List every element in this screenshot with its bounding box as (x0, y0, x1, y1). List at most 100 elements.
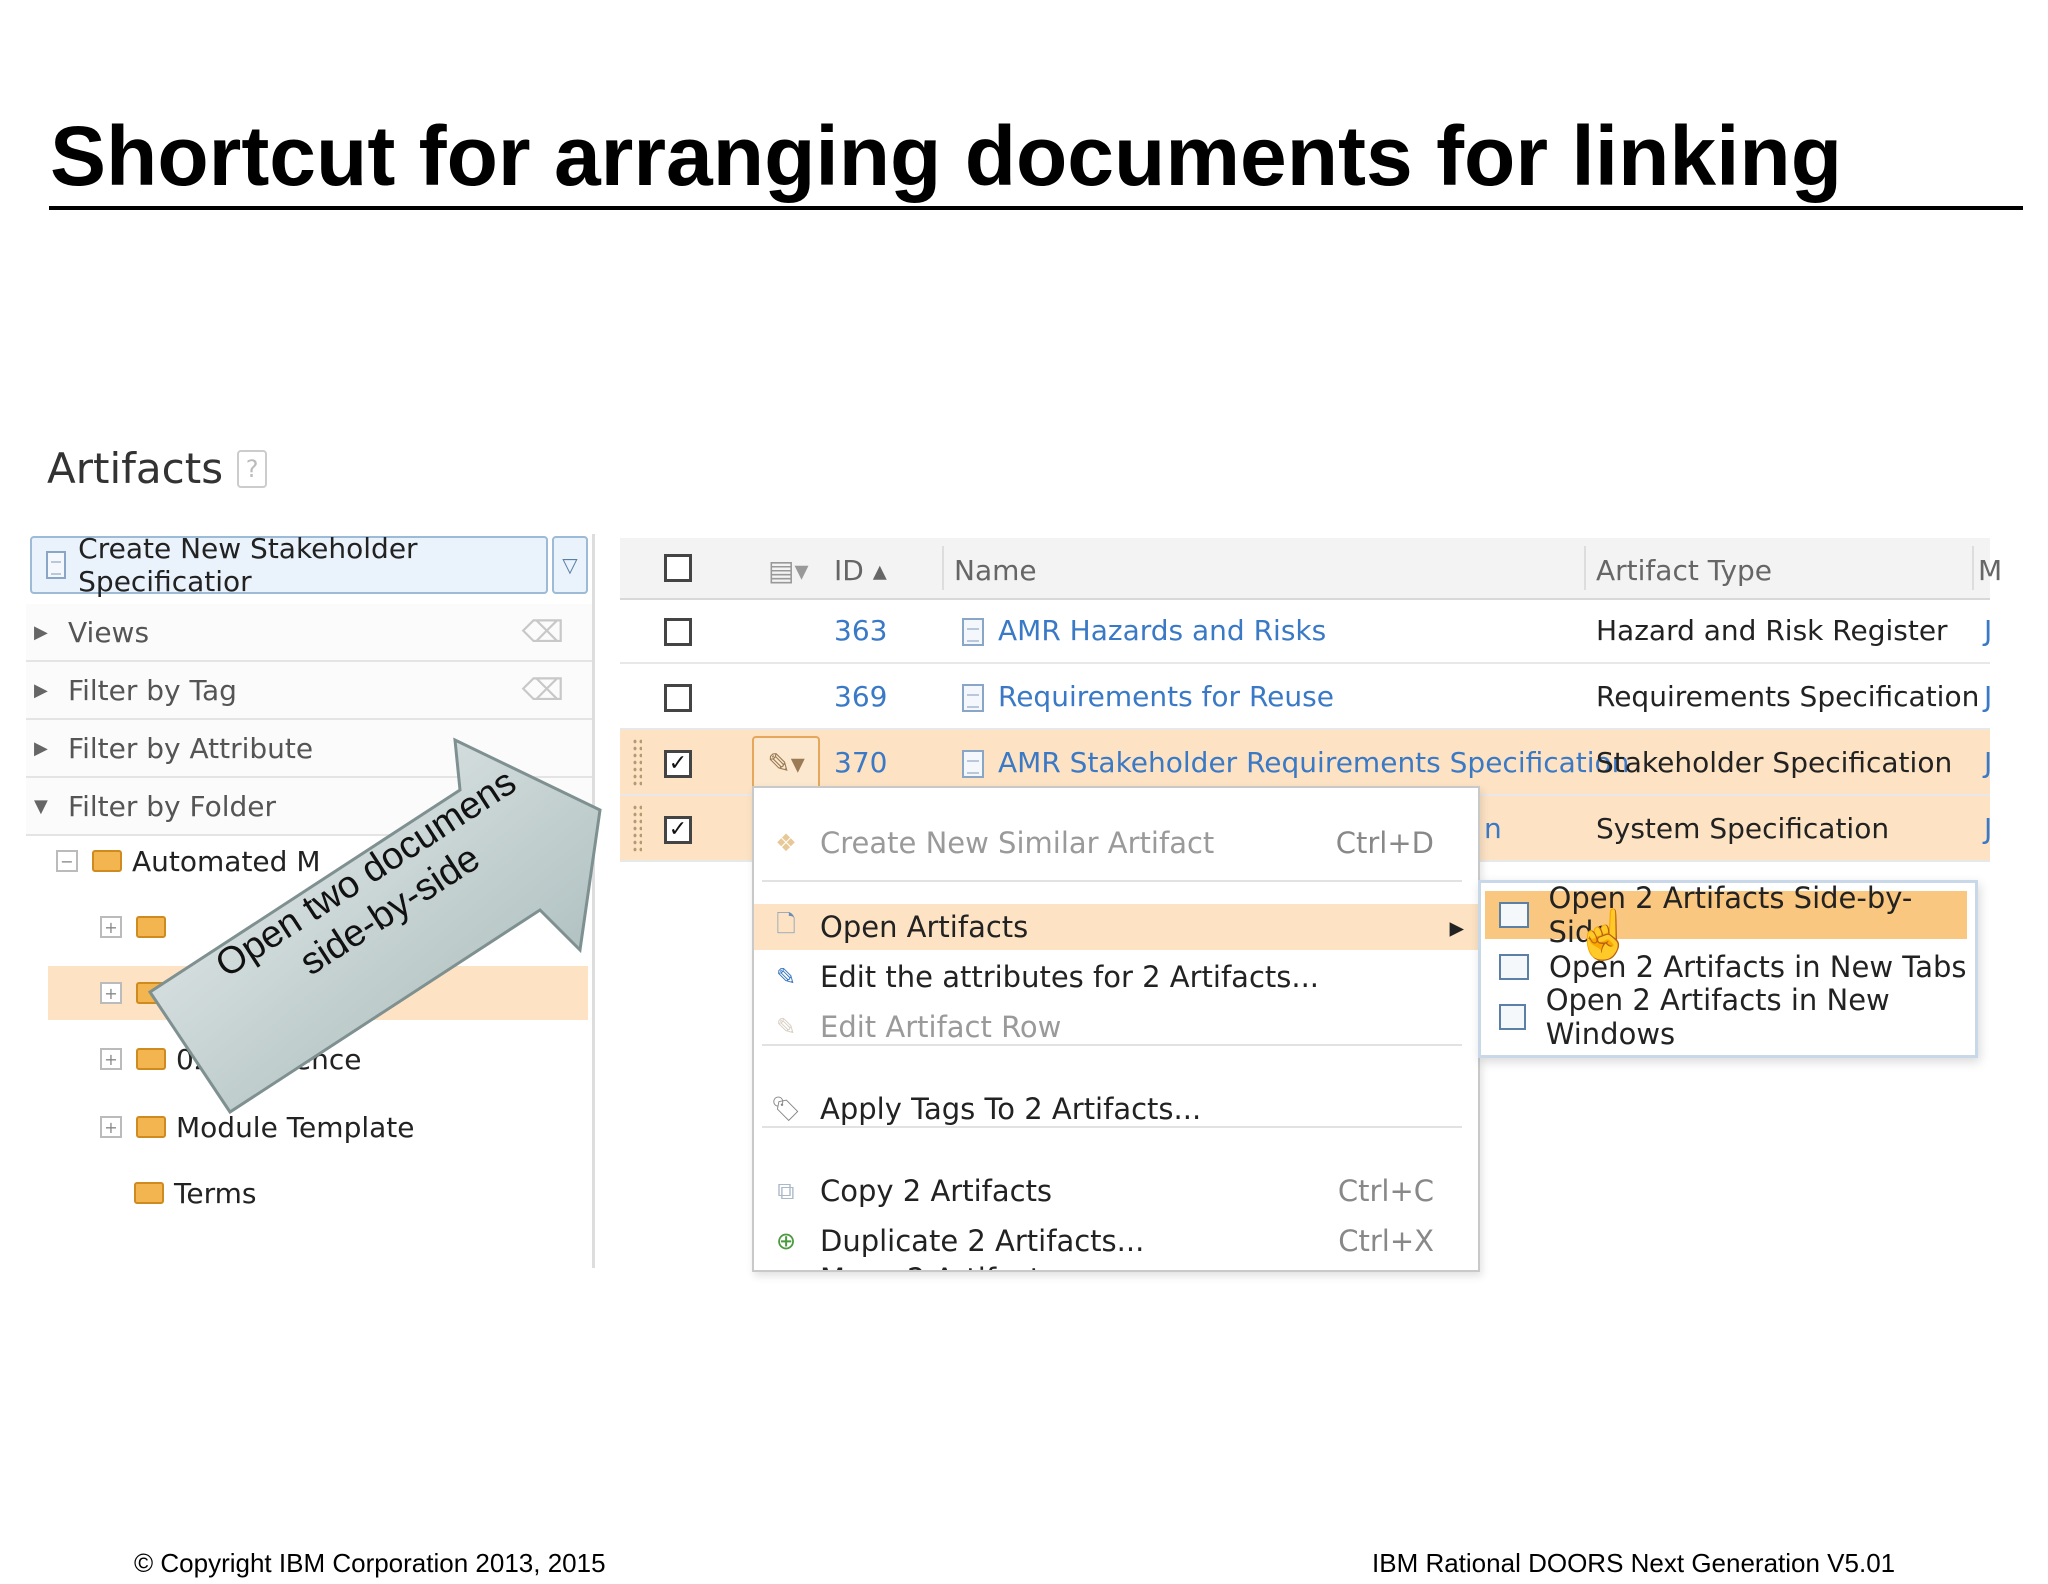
triangle-right-icon: ▶ (34, 679, 48, 701)
create-new-stakeholder-specification-button[interactable]: Create New Stakeholder Specificatior (30, 532, 548, 598)
row-extra[interactable]: J (1984, 746, 1992, 779)
document-icon (962, 618, 984, 646)
new-tab-icon (1499, 954, 1529, 980)
menu-item-label: Duplicate 2 Artifacts... (820, 1224, 1145, 1258)
title-underline (49, 206, 2023, 210)
submenu-item-new-windows[interactable]: Open 2 Artifacts in New Windows (1485, 983, 1967, 1051)
row-id-link[interactable]: 363 (834, 614, 887, 647)
column-header-artifact-type[interactable]: Artifact Type (1596, 554, 1772, 587)
menu-shortcut: Ctrl+D (1335, 826, 1434, 860)
triangle-down-icon: ▼ (34, 795, 48, 817)
row-name-link[interactable]: AMR Stakeholder Requirements Specificati… (962, 746, 1629, 779)
menu-item-edit-attributes[interactable]: ✎ Edit the attributes for 2 Artifacts... (754, 954, 1478, 1000)
folder-icon: ▭ (770, 1265, 802, 1270)
select-all-checkbox[interactable] (664, 554, 692, 582)
pencil-icon: ✎ (775, 1013, 797, 1041)
copy-icon: ⧉ (777, 1177, 795, 1205)
row-name-label: AMR Hazards and Risks (998, 614, 1327, 647)
side-by-side-icon (1499, 902, 1529, 928)
menu-item-label: Copy 2 Artifacts (820, 1174, 1053, 1208)
menu-item-create-new-similar-artifact[interactable]: ❖ Create New Similar Artifact Ctrl+D (754, 820, 1478, 866)
tree-item-label: Terms (174, 1176, 257, 1210)
artifacts-heading: Artifacts ? (47, 444, 268, 493)
expand-icon[interactable]: + (100, 1048, 122, 1070)
submenu-item-side-by-side[interactable]: Open 2 Artifacts Side-by-Side (1485, 881, 1967, 949)
question-mark-icon[interactable]: ? (237, 449, 268, 488)
tag-icon: 🏷 (770, 1095, 802, 1123)
folder-icon (92, 850, 122, 872)
artifacts-heading-label: Artifacts (47, 444, 224, 493)
submenu-arrow-icon: ▸ (1449, 910, 1464, 944)
eraser-icon[interactable]: ⌫ (522, 615, 564, 650)
document-icon (962, 750, 984, 778)
triangle-right-icon: ▶ (34, 621, 48, 643)
row-artifact-type: Hazard and Risk Register (1596, 614, 1948, 647)
hand-cursor-icon: ☝ (1574, 909, 1634, 962)
menu-shortcut: Ctrl+X (1338, 1224, 1434, 1258)
column-header-modified[interactable]: M (1978, 554, 2002, 587)
row-checkbox-checked[interactable]: ✓ (664, 750, 692, 778)
table-row[interactable]: 363 AMR Hazards and Risks Hazard and Ris… (620, 598, 1992, 664)
open-document-icon: 🗋 (776, 909, 796, 938)
menu-item-move[interactable]: ▭ Move 2 Artifacts (754, 1256, 1478, 1270)
context-menu: ❖ Create New Similar Artifact Ctrl+D 🗋 O… (752, 786, 1480, 1272)
menu-item-copy[interactable]: ⧉ Copy 2 Artifacts Ctrl+C (754, 1168, 1478, 1214)
column-separator (1584, 546, 1586, 590)
row-name-link[interactable]: Requirements for Reuse (962, 680, 1334, 713)
row-name-label: AMR Stakeholder Requirements Specificati… (998, 746, 1630, 779)
row-checkbox-checked[interactable]: ✓ (664, 816, 692, 844)
row-extra[interactable]: J (1984, 680, 1992, 713)
row-id-link[interactable]: 369 (834, 680, 887, 713)
create-dropdown-chevron-icon[interactable]: ▽ (552, 536, 588, 594)
document-icon (46, 551, 67, 579)
footer-product: IBM Rational DOORS Next Generation V5.01 (1372, 1548, 1896, 1578)
section-label: Views (68, 615, 150, 649)
menu-item-label: Open Artifacts (820, 910, 1029, 944)
row-id-link[interactable]: 370 (834, 746, 887, 779)
column-chooser-icon[interactable]: ▤▾ (768, 554, 809, 587)
row-name-label: Requirements for Reuse (998, 680, 1334, 713)
column-separator (1972, 546, 1974, 590)
submenu-item-label: Open 2 Artifacts in New Windows (1545, 983, 1890, 1051)
new-window-icon (1499, 1004, 1526, 1030)
column-header-id[interactable]: ID ▴ (834, 554, 887, 587)
menu-item-open-artifacts[interactable]: 🗋 Open Artifacts ▸ (754, 904, 1478, 950)
menu-item-label: Edit the attributes for 2 Artifacts... (820, 960, 1320, 994)
open-artifacts-submenu: Open 2 Artifacts Side-by-Side Open 2 Art… (1478, 880, 1978, 1058)
expand-icon[interactable]: + (100, 982, 122, 1004)
section-views[interactable]: ▶ Views ⌫ (26, 604, 592, 662)
id-header-label: ID (834, 554, 864, 587)
row-name-link[interactable]: AMR Hazards and Risks (962, 614, 1326, 647)
menu-separator (762, 1126, 1462, 1128)
row-name-link[interactable]: n (1484, 812, 1502, 845)
slide-title: Shortcut for arranging documents for lin… (50, 109, 1843, 203)
row-extra[interactable]: J (1984, 614, 1992, 647)
column-header-name[interactable]: Name (954, 554, 1037, 587)
create-button-label: Create New Stakeholder Specificatior (78, 532, 418, 598)
menu-separator (762, 1044, 1462, 1046)
footer-copyright: © Copyright IBM Corporation 2013, 2015 (134, 1548, 606, 1578)
triangle-right-icon: ▶ (34, 737, 48, 759)
column-separator (942, 546, 944, 590)
row-checkbox[interactable] (664, 618, 692, 646)
menu-item-label: Edit Artifact Row (820, 1010, 1062, 1044)
collapse-icon[interactable]: − (56, 850, 78, 872)
tree-item-terms[interactable]: Terms (134, 1166, 256, 1220)
row-artifact-type: Requirements Specification (1596, 680, 1980, 713)
row-checkbox[interactable] (664, 684, 692, 712)
expand-icon[interactable]: + (100, 916, 122, 938)
row-extra[interactable]: J (1984, 812, 1992, 845)
pencil-menu-icon[interactable]: ✎▾ (752, 736, 820, 790)
edit-attributes-icon: ✎ (775, 963, 797, 991)
expand-icon[interactable]: + (100, 1116, 122, 1138)
row-artifact-type: System Specification (1596, 812, 1890, 845)
duplicate-icon: ⊕ (775, 1227, 797, 1255)
table-row[interactable]: 369 Requirements for Reuse Requirements … (620, 664, 1992, 730)
menu-shortcut: Ctrl+C (1337, 1174, 1434, 1208)
document-icon (962, 684, 984, 712)
row-artifact-type: Stakeholder Specification (1596, 746, 1953, 779)
similar-artifact-icon: ❖ (775, 829, 797, 857)
menu-item-label: Apply Tags To 2 Artifacts... (820, 1092, 1202, 1126)
menu-item-label: Create New Similar Artifact (820, 826, 1215, 860)
menu-separator (762, 880, 1462, 882)
